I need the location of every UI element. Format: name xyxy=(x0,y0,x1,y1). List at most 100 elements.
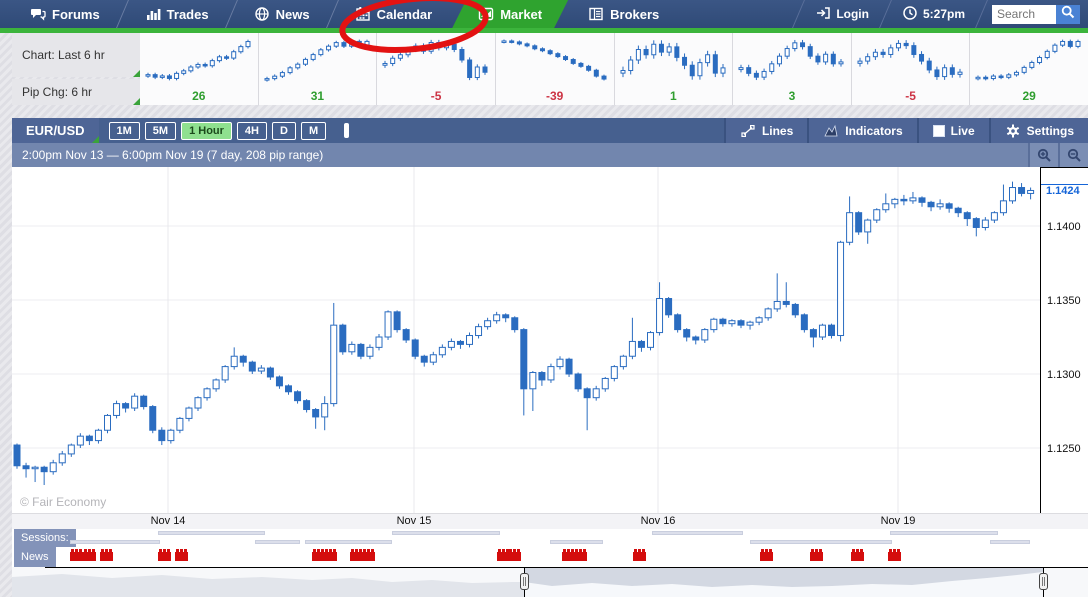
indicators-button[interactable]: Indicators xyxy=(807,118,917,143)
news-event-icon[interactable] xyxy=(760,549,773,561)
time-label: 5:27pm xyxy=(922,7,965,21)
settings-button[interactable]: Settings xyxy=(988,118,1088,143)
news-row: News xyxy=(12,547,1088,567)
symbol-label: EUR/USD xyxy=(26,123,85,138)
news-event-icon[interactable] xyxy=(158,549,171,561)
news-event-icon[interactable] xyxy=(100,549,113,561)
zoom-in-button[interactable] xyxy=(1028,143,1058,167)
date-range-label: 2:00pm Nov 13 — 6:00pm Nov 19 (7 day, 20… xyxy=(22,148,324,162)
navigator-left-handle[interactable] xyxy=(520,573,529,590)
timeframe-button-d[interactable]: D xyxy=(271,121,296,140)
mini-chart-cell-3[interactable]: -5 xyxy=(377,33,496,105)
range-navigator[interactable] xyxy=(12,567,1088,597)
mini-candlestick-chart xyxy=(975,39,1081,81)
login-button[interactable]: Login xyxy=(799,0,885,28)
pip-change-value: 3 xyxy=(788,89,796,103)
news-event-icon[interactable] xyxy=(324,549,337,561)
news-event-icon[interactable] xyxy=(508,549,521,561)
page: Forums Trades News Calendar Market Brokers Lo… xyxy=(0,0,1088,597)
session-bar xyxy=(652,531,743,535)
news-event-icon[interactable] xyxy=(83,549,96,561)
zoom-in-icon xyxy=(1037,148,1051,162)
search-input[interactable] xyxy=(992,4,1056,24)
mini-chart-cell-7[interactable]: -5 xyxy=(851,33,971,105)
symbol-selector[interactable]: EUR/USD xyxy=(12,118,99,143)
chart-panel: EUR/USD 1M 5M 1 Hour 4H D M Lines Indicators Li… xyxy=(12,118,1088,597)
login-label: Login xyxy=(836,7,869,21)
mini-chart-cell-1[interactable]: 26 xyxy=(140,33,259,105)
news-event-icon[interactable] xyxy=(810,549,823,561)
mini-chart-cell-2[interactable]: 31 xyxy=(258,33,378,105)
pip-change-value: 31 xyxy=(310,89,325,103)
mini-chart-labels: Chart: Last 6 hr Pip Chg: 6 hr xyxy=(12,33,140,105)
chart-subheader: 2:00pm Nov 13 — 6:00pm Nov 19 (7 day, 20… xyxy=(12,143,1088,167)
news-event-icon[interactable] xyxy=(70,549,83,561)
pip-change-value: -5 xyxy=(905,89,916,103)
nav-tab-calendar[interactable]: Calendar xyxy=(335,0,453,28)
nav-tab-brokers[interactable]: Brokers xyxy=(568,0,679,28)
nav-tab-label: Trades xyxy=(166,6,209,22)
clock-icon xyxy=(903,5,917,20)
brokers-icon xyxy=(589,7,603,21)
news-event-icon[interactable] xyxy=(362,549,375,561)
lines-button[interactable]: Lines xyxy=(723,118,808,143)
timeframe-button-1m[interactable]: 1M xyxy=(108,121,140,140)
search-button[interactable] xyxy=(1056,4,1080,24)
news-event-icon[interactable] xyxy=(633,549,646,561)
mini-chart-cells: 26 31 -5 -39 1 3 -5 29 xyxy=(140,33,1088,105)
chart-header: EUR/USD 1M 5M 1 Hour 4H D M Lines Indicators Li… xyxy=(12,118,1088,143)
candlestick-plot[interactable]: © Fair Economy xyxy=(12,167,1040,513)
nav-tab-label: News xyxy=(275,6,310,22)
nav-tab-trades[interactable]: Trades xyxy=(125,0,229,28)
mini-candlestick-chart xyxy=(857,40,963,80)
mini-chart-cell-4[interactable]: -39 xyxy=(495,33,615,105)
search-box xyxy=(992,4,1080,24)
timeframe-button-5m[interactable]: 5M xyxy=(144,121,177,140)
session-bar xyxy=(990,540,1030,544)
session-bar xyxy=(305,540,392,544)
chart-mode-label: Chart: Last 6 hr xyxy=(22,48,105,62)
pip-change-value: 29 xyxy=(1022,89,1036,103)
toolbar-button-label: Lines xyxy=(761,123,794,138)
live-checkbox[interactable] xyxy=(932,124,945,137)
news-event-icon[interactable] xyxy=(574,549,587,561)
navigator-right-handle[interactable] xyxy=(1039,573,1048,590)
dropdown-corner-icon xyxy=(91,136,99,143)
date-label-nov-15: Nov 15 xyxy=(396,515,432,527)
pip-change-selector[interactable]: Pip Chg: 6 hr xyxy=(12,79,140,105)
clock-menu[interactable]: 5:27pm xyxy=(886,0,981,28)
nav-tab-forums[interactable]: Forums xyxy=(10,0,120,28)
news-event-icon[interactable] xyxy=(175,549,188,561)
news-event-icon[interactable] xyxy=(888,549,901,561)
live-button[interactable]: Live xyxy=(916,118,989,143)
session-bar xyxy=(392,531,500,535)
toolbar-divider[interactable] xyxy=(344,123,350,138)
login-icon xyxy=(815,5,831,24)
market-icon xyxy=(478,6,494,22)
gear-icon xyxy=(1006,124,1019,137)
mini-candlestick-chart xyxy=(738,39,844,81)
timeframe-button-m[interactable]: M xyxy=(300,121,327,140)
mini-chart-cell-6[interactable]: 3 xyxy=(733,33,852,105)
navigator-chart xyxy=(12,567,1088,597)
session-bar xyxy=(750,540,892,544)
news-event-icon[interactable] xyxy=(851,549,864,561)
timeframe-button-4h[interactable]: 4H xyxy=(236,121,267,140)
date-label-nov-14: Nov 14 xyxy=(150,515,186,527)
mini-chart-cell-8[interactable]: 29 xyxy=(970,33,1088,105)
sessions-label: Sessions: xyxy=(14,529,76,547)
timeframe-button-1-hour[interactable]: 1 Hour xyxy=(181,121,232,140)
chart-mode-selector[interactable]: Chart: Last 6 hr xyxy=(12,33,140,77)
indicators-icon xyxy=(824,124,838,136)
toolbar-button-label: Indicators xyxy=(845,123,903,138)
nav-tab-market[interactable]: Market xyxy=(452,0,568,28)
zoom-out-button[interactable] xyxy=(1058,143,1088,167)
nav-tabs: Forums Trades News Calendar Market Brokers xyxy=(10,0,679,28)
dropdown-corner-icon xyxy=(133,70,140,77)
trades-icon xyxy=(146,9,161,20)
date-label-nov-16: Nov 16 xyxy=(640,515,676,527)
nav-tab-news[interactable]: News xyxy=(234,0,330,28)
session-bar xyxy=(158,531,265,535)
clock-icon xyxy=(902,5,918,24)
mini-chart-cell-5[interactable]: 1 xyxy=(614,33,734,105)
